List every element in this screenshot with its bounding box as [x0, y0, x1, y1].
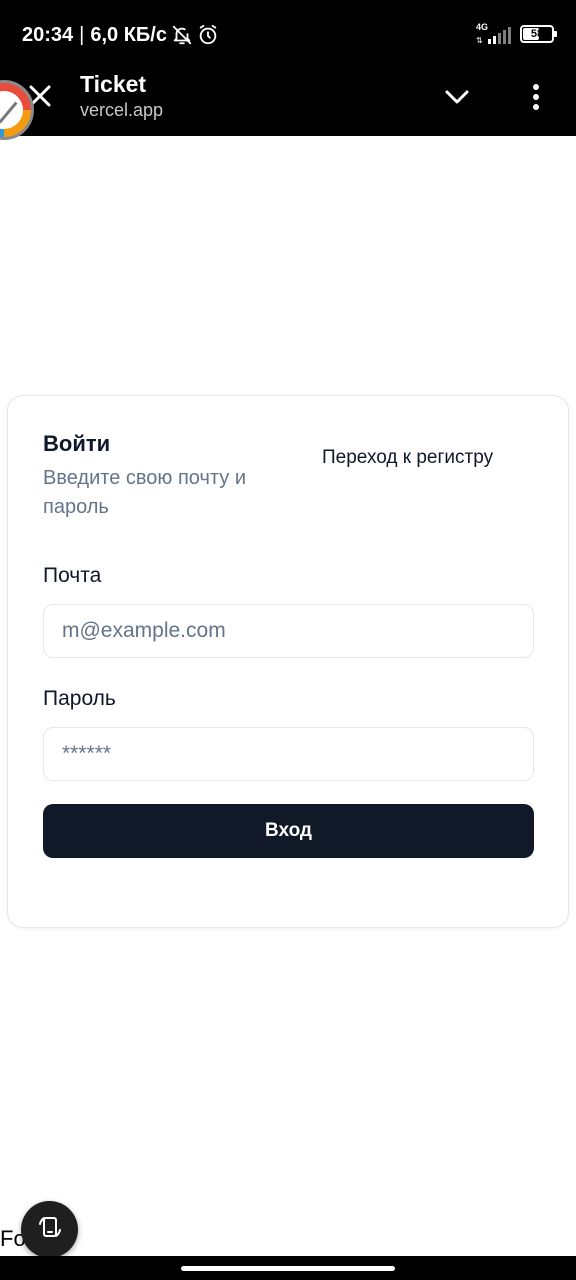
battery-icon: 58 — [520, 25, 557, 43]
bell-off-icon — [171, 24, 193, 46]
status-time: 20:34 — [22, 24, 74, 46]
login-button[interactable]: Вход — [43, 804, 534, 858]
bubble-slash — [0, 101, 18, 124]
page: 20:34 | 6,0 КБ/с 4G ⇅ 58 Ticket vercel.a… — [0, 0, 576, 1280]
status-speed: 6,0 КБ/с — [90, 24, 167, 46]
browser-header: Ticket vercel.app — [0, 64, 576, 136]
email-label: Почта — [43, 564, 102, 587]
rotate-screen-button[interactable] — [21, 1201, 78, 1258]
alarm-icon — [197, 24, 219, 46]
home-indicator[interactable] — [181, 1266, 395, 1271]
password-field[interactable] — [43, 727, 534, 781]
signal-icon: 4G ⇅ — [476, 22, 512, 45]
status-separator: | — [79, 24, 85, 46]
status-left: 20:34 | 6,0 КБ/с — [22, 22, 219, 48]
password-label: Пароль — [43, 687, 116, 710]
email-field[interactable] — [43, 604, 534, 658]
battery-level: 58 — [530, 28, 544, 40]
page-title: Ticket — [80, 71, 147, 97]
data-arrows: ⇅ — [476, 36, 483, 45]
network-type: 4G — [476, 22, 489, 32]
status-bar: 20:34 | 6,0 КБ/с 4G ⇅ 58 — [0, 0, 576, 64]
status-right: 4G ⇅ 58 — [476, 22, 557, 45]
login-description: Введите свою почту и пароль — [43, 467, 247, 518]
more-vert-icon[interactable] — [526, 82, 546, 112]
page-url: vercel.app — [80, 100, 164, 120]
register-link[interactable]: Переход к регистру — [322, 445, 493, 471]
system-nav-bar — [0, 1256, 576, 1280]
chevron-down-icon[interactable] — [444, 84, 470, 110]
login-title: Войти — [43, 431, 111, 456]
signal-bars — [488, 27, 511, 44]
rotate-screen-icon — [37, 1214, 63, 1245]
header-titles: Ticket vercel.app — [80, 70, 163, 122]
login-card: Войти Введите свою почту и пароль Перехо… — [7, 395, 569, 928]
